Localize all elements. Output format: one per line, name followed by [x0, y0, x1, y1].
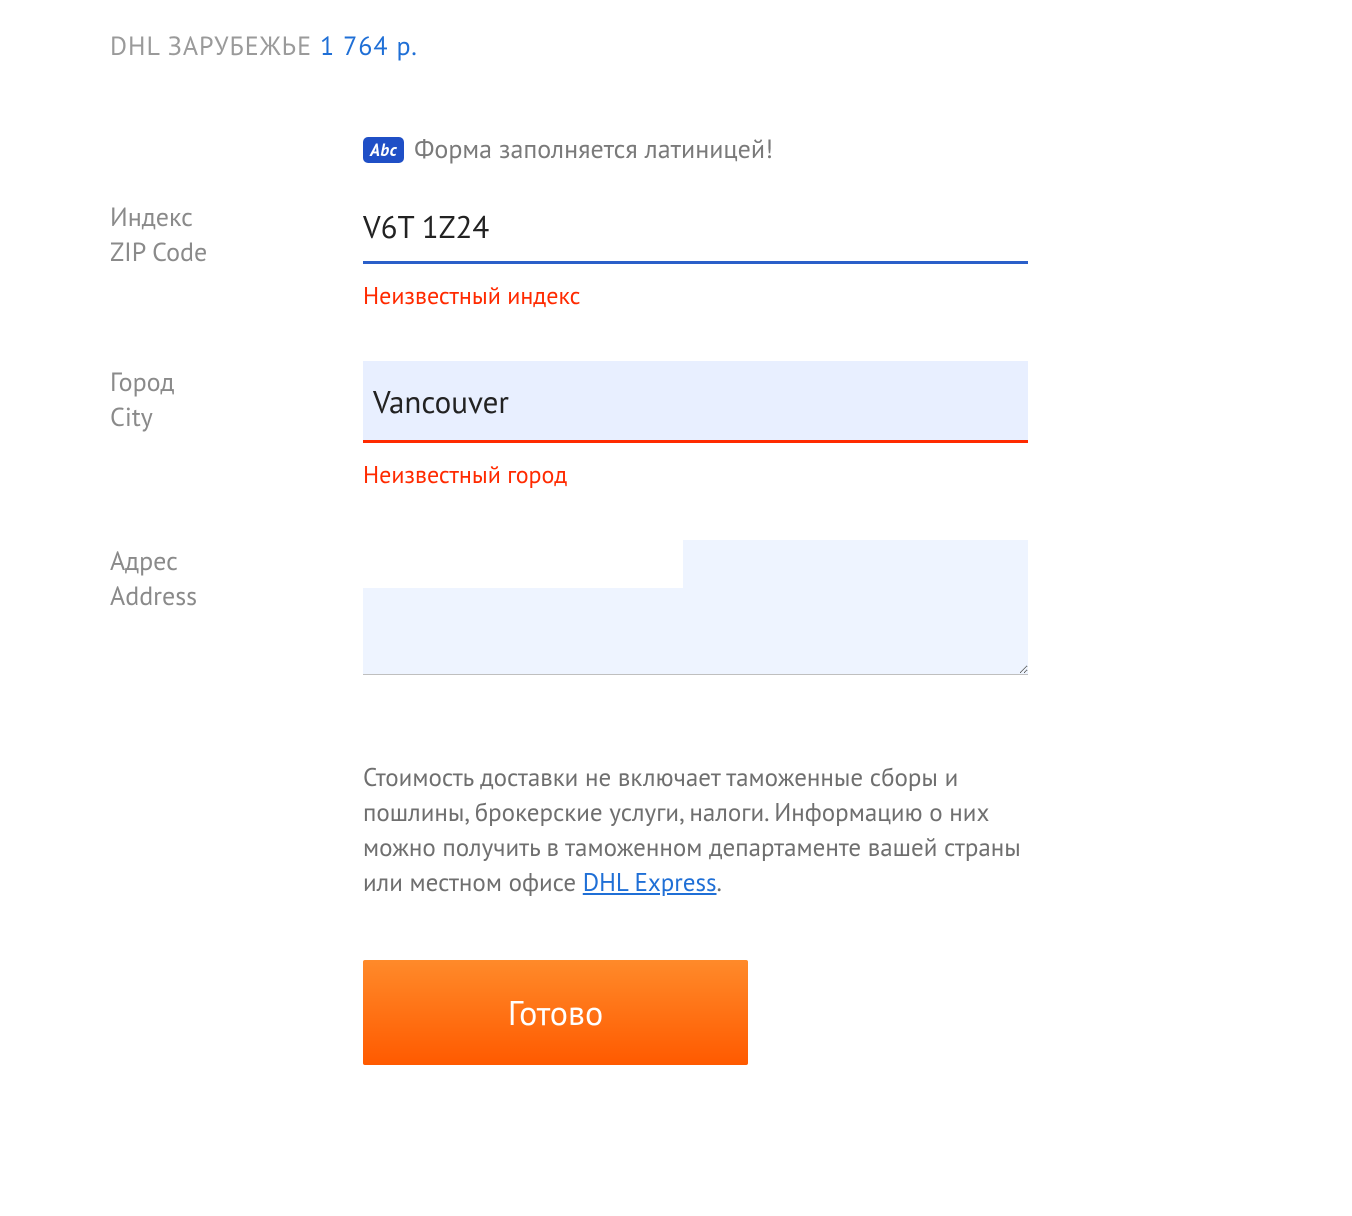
submit-button[interactable]: Готово: [363, 960, 748, 1065]
shipping-option-title: DHL ЗАРУБЕЖЬЕ: [110, 30, 312, 63]
address-textarea[interactable]: [363, 540, 1028, 675]
disclaimer-text-after: .: [717, 866, 722, 898]
city-label-en: City: [110, 400, 363, 435]
city-label-ru: Город: [110, 365, 363, 400]
abc-icon: Abc: [363, 137, 404, 163]
shipping-option-header: DHL ЗАРУБЕЖЬЕ 1 764 р.: [110, 30, 1242, 63]
zip-label-ru: Индекс: [110, 200, 363, 235]
dhl-express-link[interactable]: DHL Express: [583, 866, 717, 898]
customs-disclaimer: Стоимость доставки не включает таможенны…: [363, 760, 1028, 900]
latin-notice: Abc Форма заполняется латиницей!: [363, 133, 773, 166]
city-input[interactable]: [363, 361, 1028, 443]
address-label-en: Address: [110, 579, 363, 614]
shipping-option-price: 1 764 р.: [320, 30, 418, 63]
latin-notice-text: Форма заполняется латиницей!: [414, 133, 773, 166]
city-error: Неизвестный город: [363, 459, 1028, 490]
zip-label-en: ZIP Code: [110, 235, 363, 270]
address-label-ru: Адрес: [110, 544, 363, 579]
zip-error: Неизвестный индекс: [363, 280, 1028, 311]
zip-input[interactable]: [363, 196, 1028, 264]
